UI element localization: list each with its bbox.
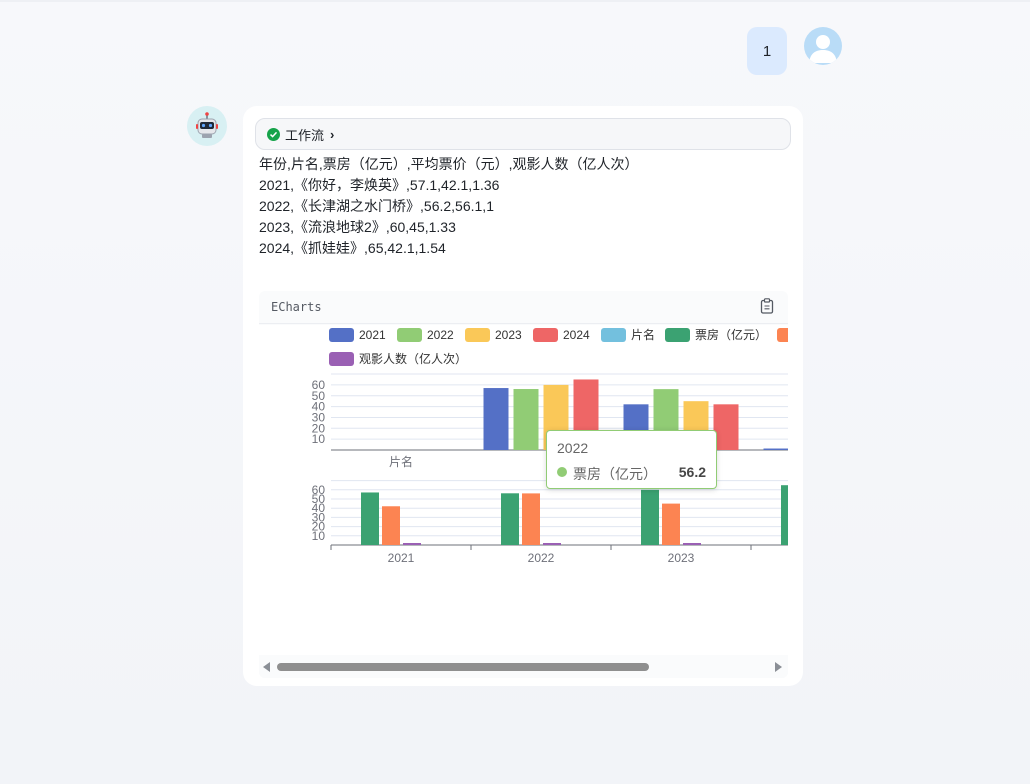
- bot-message-card: 工作流 › 年份,片名,票房（亿元）,平均票价（元）,观影人数（亿人次） 202…: [243, 106, 803, 686]
- legend-swatch: [397, 328, 422, 342]
- echarts-label: ECharts: [271, 300, 322, 314]
- workflow-toggle[interactable]: 工作流 ›: [255, 118, 791, 150]
- tooltip-value: 56.2: [678, 464, 706, 480]
- legend-label: 2022: [427, 328, 454, 342]
- csv-line: 2023,《流浪地球2》,60,45,1.33: [259, 219, 456, 235]
- check-circle-icon: [267, 127, 280, 141]
- chevron-right-icon: ›: [330, 126, 335, 142]
- top-chart-bar: [713, 404, 739, 450]
- bottom-chart-bar: [522, 493, 540, 545]
- top-border: [0, 0, 1030, 2]
- legend-swatch: [777, 328, 788, 342]
- echarts-header: ECharts: [259, 291, 788, 324]
- legend-swatch: [329, 352, 354, 366]
- chart-tooltip: 2022 票房（亿元） 56.2: [546, 430, 717, 489]
- csv-line: 2021,《你好，李焕英》,57.1,42.1,1.36: [259, 177, 500, 193]
- tooltip-series-name: 票房（亿元）: [573, 466, 657, 482]
- tooltip-title: 2022: [557, 440, 589, 456]
- copy-icon[interactable]: [760, 297, 774, 317]
- legend-swatch: [601, 328, 626, 342]
- legend-swatch: [665, 328, 690, 342]
- top-chart-x-label: 片名: [389, 454, 413, 469]
- csv-line: 2022,《长津湖之水门桥》,56.2,56.1,1: [259, 198, 494, 214]
- legend-swatch: [465, 328, 490, 342]
- workflow-label: 工作流: [285, 127, 325, 143]
- bottom-chart-x-label: 2023: [668, 551, 695, 565]
- legend-label: 片名: [631, 327, 655, 342]
- bottom-chart-bar: [403, 543, 421, 545]
- bar-chart: 2021 2022 2023 2024 片名 票房（亿元）观影人数（亿人次）1020304…: [312, 327, 788, 565]
- user-silhouette-icon: [809, 35, 837, 63]
- bottom-chart-bar: [361, 492, 379, 545]
- bottom-chart-x-label: 2022: [528, 551, 555, 565]
- legend-swatch: [533, 328, 558, 342]
- legend-label: 2023: [495, 328, 522, 342]
- user-avatar[interactable]: [804, 27, 842, 65]
- bottom-chart-x-label: 2021: [388, 551, 415, 565]
- bottom-chart-bar: [543, 543, 561, 545]
- legend-label: 2021: [359, 328, 386, 342]
- bot-message-text: 年份,片名,票房（亿元）,平均票价（元）,观影人数（亿人次） 2021,《你好，…: [259, 154, 639, 259]
- chart-area[interactable]: 2021 2022 2023 2024 片名 票房（亿元） 观影人数（亿人次） 10 20 30 4…: [259, 325, 788, 655]
- user-message-text: 1: [762, 42, 772, 60]
- bottom-chart-y-tick-label: 60: [312, 483, 326, 497]
- horizontal-scrollbar[interactable]: [259, 655, 788, 678]
- top-chart-bar: [513, 389, 539, 450]
- user-message-bubble: 1: [747, 27, 787, 75]
- bottom-chart-bar: [662, 503, 680, 545]
- legend-swatch: [329, 328, 354, 342]
- top-chart-y-tick-label: 60: [312, 378, 326, 392]
- top-chart-bar: [483, 388, 509, 450]
- bottom-chart-bar: [781, 485, 788, 545]
- robot-icon: [196, 112, 218, 138]
- bot-avatar[interactable]: [187, 106, 227, 146]
- bottom-chart-bar: [683, 543, 701, 545]
- legend-label: 观影人数（亿人次）: [359, 351, 467, 366]
- csv-line: 年份,片名,票房（亿元）,平均票价（元）,观影人数（亿人次）: [259, 156, 639, 172]
- scroll-left-arrow-icon[interactable]: [263, 662, 270, 672]
- csv-line: 2024,《抓娃娃》,65,42.1,1.54: [259, 240, 446, 256]
- bottom-chart-bar: [382, 506, 400, 545]
- scroll-right-arrow-icon[interactable]: [775, 662, 782, 672]
- legend-label: 票房（亿元）: [695, 327, 767, 342]
- top-chart-bar: [763, 448, 788, 450]
- tooltip-series-dot: [557, 467, 567, 477]
- legend-label: 2024: [563, 328, 590, 342]
- bottom-chart-bar: [501, 493, 519, 545]
- scroll-thumb[interactable]: [277, 663, 649, 671]
- bottom-chart-bar: [641, 489, 659, 545]
